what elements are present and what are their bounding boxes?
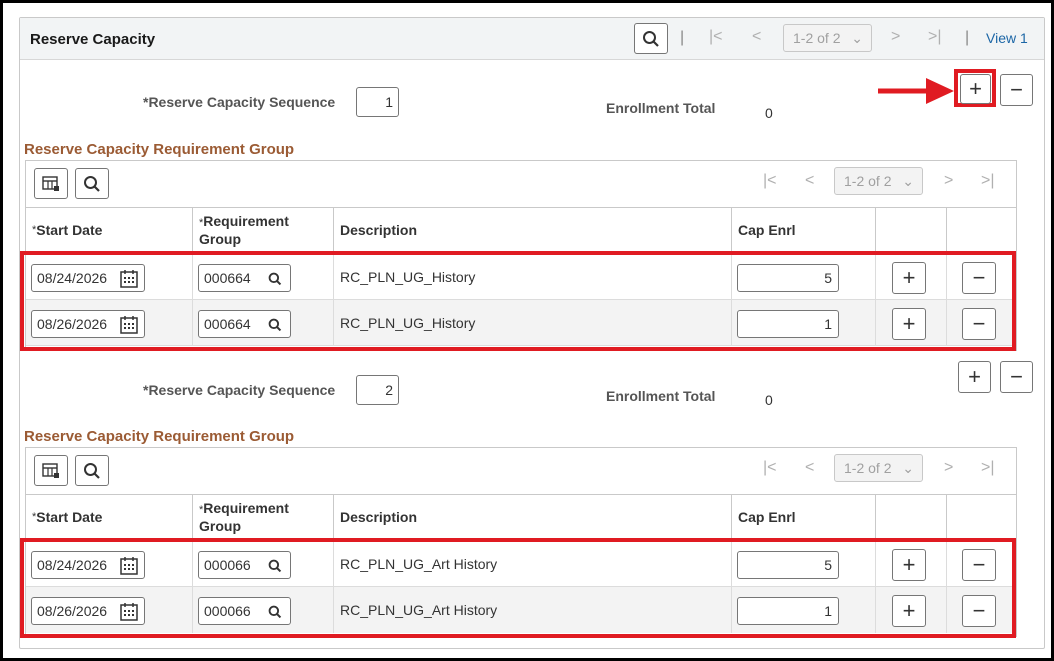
column-header-description: Description xyxy=(334,495,732,539)
search-icon xyxy=(643,30,659,47)
chevron-down-icon: ⌄ xyxy=(902,173,914,189)
last-page-icon[interactable]: >| xyxy=(928,28,942,46)
prev-page-icon[interactable]: < xyxy=(805,459,814,477)
grid-personalize-button[interactable] xyxy=(34,168,68,199)
search-icon xyxy=(84,462,100,479)
first-page-icon[interactable]: |< xyxy=(763,172,777,190)
requirement-group-title: Reserve Capacity Requirement Group xyxy=(24,428,295,445)
add-sequence-button[interactable]: + xyxy=(960,74,991,104)
column-header-delete xyxy=(947,495,1017,539)
arrow-annotation-icon xyxy=(878,78,954,104)
pager-text: 1-2 of 2 xyxy=(844,460,892,476)
column-header-group-text: Group xyxy=(199,518,241,534)
grid-search-button[interactable] xyxy=(75,455,109,486)
highlight-box xyxy=(20,251,1016,351)
column-header-cap-enrl: Cap Enrl xyxy=(732,208,876,252)
column-header-requirement-group: *Requirement Group xyxy=(193,208,334,252)
minus-icon: − xyxy=(1010,77,1023,102)
column-header-start-date-text: Start Date xyxy=(36,509,103,525)
column-header-delete xyxy=(947,208,1017,252)
last-page-icon[interactable]: >| xyxy=(981,172,995,190)
plus-icon: + xyxy=(969,76,982,101)
pager-text: 1-2 of 2 xyxy=(844,173,892,189)
pager-text: 1-2 of 2 xyxy=(793,30,841,46)
separator: | xyxy=(965,29,970,46)
chevron-down-icon: ⌄ xyxy=(902,460,914,476)
reserve-capacity-panel: Reserve Capacity | |< < 1-2 of 2 ⌄ > >| … xyxy=(19,17,1045,649)
highlight-box xyxy=(20,538,1016,638)
prev-page-icon[interactable]: < xyxy=(752,28,761,46)
enrollment-total-label: Enrollment Total xyxy=(606,100,716,116)
next-page-icon[interactable]: > xyxy=(944,172,953,190)
column-header-cap-enrl: Cap Enrl xyxy=(732,495,876,539)
search-icon xyxy=(84,175,100,192)
reserve-capacity-sequence-input[interactable]: 2 xyxy=(356,375,399,405)
column-header-requirement-text: Requirement xyxy=(203,500,289,516)
reserve-capacity-sequence-label: *Reserve Capacity Sequence xyxy=(143,382,336,398)
enrollment-total-label: Enrollment Total xyxy=(606,388,716,404)
panel-header: Reserve Capacity | |< < 1-2 of 2 ⌄ > >| … xyxy=(20,18,1044,60)
grid-personalize-button[interactable] xyxy=(34,455,68,486)
separator: | xyxy=(680,29,685,46)
grid-row-pager-select[interactable]: 1-2 of 2 ⌄ xyxy=(834,167,923,195)
plus-icon: + xyxy=(968,364,981,389)
column-header-description: Description xyxy=(334,208,732,252)
last-page-icon[interactable]: >| xyxy=(981,459,995,477)
minus-icon: − xyxy=(1010,364,1023,389)
column-header-group-text: Group xyxy=(199,231,241,247)
delete-sequence-button[interactable]: − xyxy=(1000,74,1033,106)
next-page-icon[interactable]: > xyxy=(891,28,900,46)
chevron-down-icon: ⌄ xyxy=(851,30,863,46)
view-all-link[interactable]: View 1 xyxy=(986,30,1028,46)
first-page-icon[interactable]: |< xyxy=(709,28,723,46)
column-header-add xyxy=(876,208,947,252)
column-header-add xyxy=(876,495,947,539)
panel-title: Reserve Capacity xyxy=(30,31,156,48)
reserve-capacity-sequence-input[interactable]: 1 xyxy=(356,87,399,117)
grid-row-pager-select[interactable]: 1-2 of 2 ⌄ xyxy=(834,454,923,482)
screenshot-frame: Reserve Capacity | |< < 1-2 of 2 ⌄ > >| … xyxy=(0,0,1054,661)
next-page-icon[interactable]: > xyxy=(944,459,953,477)
grid-view-icon xyxy=(42,462,59,478)
grid-header-row: * Start Date *Requirement Group Descriptio… xyxy=(26,494,1016,540)
grid-view-icon xyxy=(42,175,59,191)
first-page-icon[interactable]: |< xyxy=(763,459,777,477)
column-header-start-date: * Start Date xyxy=(26,495,193,539)
grid-search-button[interactable] xyxy=(75,168,109,199)
search-button[interactable] xyxy=(634,23,668,54)
row-pager-select[interactable]: 1-2 of 2 ⌄ xyxy=(783,24,872,52)
column-header-start-date-text: Start Date xyxy=(36,222,103,238)
enrollment-total-value: 0 xyxy=(765,392,773,408)
reserve-capacity-sequence-label: *Reserve Capacity Sequence xyxy=(143,94,336,110)
column-header-start-date: * Start Date xyxy=(26,208,193,252)
prev-page-icon[interactable]: < xyxy=(805,172,814,190)
enrollment-total-value: 0 xyxy=(765,105,773,121)
delete-sequence-button[interactable]: − xyxy=(1000,361,1033,393)
grid-header-row: * Start Date *Requirement Group Descriptio… xyxy=(26,207,1016,253)
column-header-requirement-text: Requirement xyxy=(203,213,289,229)
column-header-requirement-group: *Requirement Group xyxy=(193,495,334,539)
add-sequence-button[interactable]: + xyxy=(958,361,991,393)
requirement-group-title: Reserve Capacity Requirement Group xyxy=(24,141,295,158)
